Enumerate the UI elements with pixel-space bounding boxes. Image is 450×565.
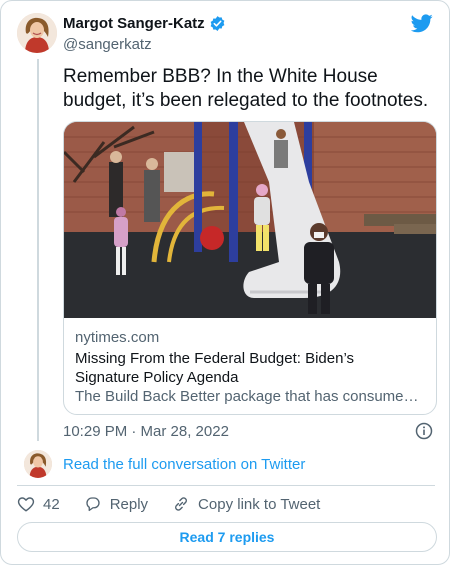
- author-name[interactable]: Margot Sanger-Katz: [63, 15, 226, 32]
- read-replies-button[interactable]: Read 7 replies: [17, 522, 437, 552]
- read-full-conversation-link[interactable]: Read the full conversation on Twitter: [63, 456, 305, 473]
- author-name-text[interactable]: Margot Sanger-Katz: [63, 15, 205, 32]
- tweet-embed-card: Margot Sanger-Katz @sangerkatz Remember …: [0, 0, 450, 565]
- article-photo: [64, 122, 436, 318]
- heart-icon: [17, 497, 35, 512]
- link-title: Missing From the Federal Budget: Biden’s…: [75, 350, 355, 386]
- verified-badge-icon: [210, 16, 225, 31]
- copy-link-label: Copy link to Tweet: [198, 495, 321, 513]
- conversation-avatar[interactable]: [24, 450, 52, 478]
- action-bar: 42 Reply Copy link to Tweet: [17, 495, 344, 513]
- copy-link-button[interactable]: Copy link to Tweet: [172, 495, 320, 513]
- link-description: The Build Back Better package that has c…: [75, 388, 425, 405]
- tweet-text: Remember BBB? In the White House budget,…: [63, 66, 429, 111]
- thread-line: [37, 59, 39, 441]
- author-avatar[interactable]: [17, 13, 57, 53]
- info-icon[interactable]: [415, 422, 433, 445]
- reply-label: Reply: [109, 495, 149, 513]
- link-preview-card[interactable]: nytimes.com Missing From the Federal Bud…: [63, 121, 437, 415]
- tweet-timestamp[interactable]: 10:29 PM · Mar 28, 2022: [63, 423, 229, 440]
- divider: [17, 485, 435, 486]
- like-count: 42: [43, 495, 60, 513]
- link-domain: nytimes.com: [75, 329, 160, 346]
- like-button[interactable]: 42: [17, 495, 60, 513]
- twitter-bird-icon[interactable]: [410, 14, 433, 38]
- author-handle[interactable]: @sangerkatz: [63, 36, 152, 53]
- reply-button[interactable]: Reply: [84, 495, 148, 513]
- reply-icon: [86, 497, 100, 512]
- link-icon: [175, 497, 188, 511]
